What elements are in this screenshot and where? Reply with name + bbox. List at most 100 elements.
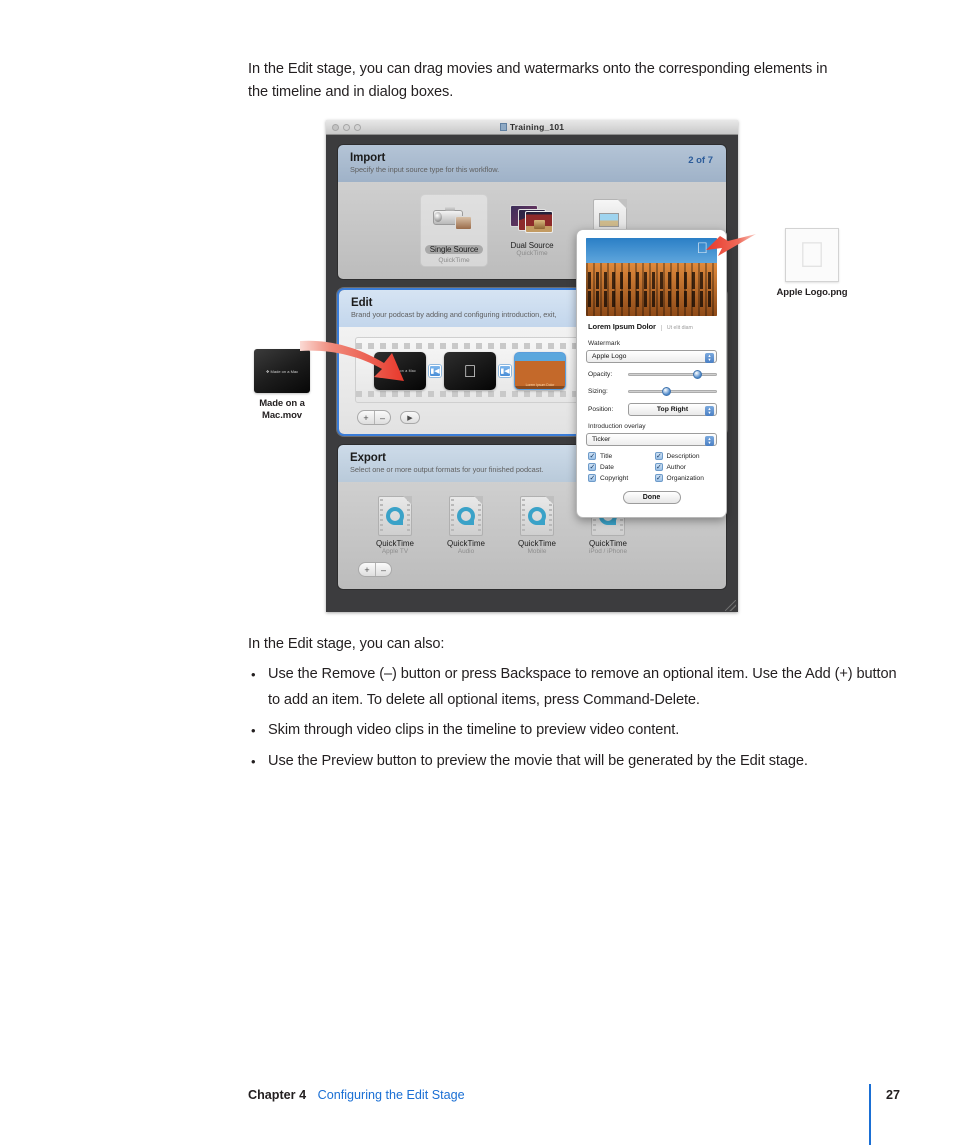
- footer-rule: [869, 1084, 871, 1145]
- footer-chapter-title[interactable]: Configuring the Edit Stage: [318, 1088, 465, 1102]
- export-format-mobile[interactable]: QuickTime Mobile: [508, 495, 566, 555]
- transition-icon[interactable]: ▮◀: [499, 365, 511, 377]
- document-icon: [499, 123, 507, 131]
- quicktime-icon: [366, 495, 424, 537]
- quicktime-icon: [508, 495, 566, 537]
- export-format-audio[interactable]: QuickTime Audio: [437, 495, 495, 555]
- export-format-apple-tv-label: QuickTime: [376, 539, 414, 548]
- chevron-stepper-icon[interactable]: ▲ ▼: [705, 435, 714, 446]
- stage-import-header: Import Specify the input source type for…: [338, 145, 726, 182]
- camcorder-icon: [422, 199, 486, 239]
- intro-overlay-select[interactable]: Ticker ▲ ▼: [586, 433, 717, 446]
- checkbox-date[interactable]: Date: [588, 463, 651, 472]
- chevron-stepper-icon[interactable]: ▲ ▼: [705, 352, 714, 363]
- checkbox-icon[interactable]: [588, 463, 596, 472]
- sizing-label: Sizing:: [588, 388, 608, 395]
- timeline-preview-button[interactable]: ▶: [400, 411, 420, 424]
- checkbox-icon[interactable]: [588, 452, 596, 461]
- minimize-button[interactable]: [343, 124, 350, 131]
- page: In the Edit stage, you can drag movies a…: [0, 0, 954, 1145]
- position-label: Position:: [588, 406, 614, 413]
- dual-screen-icon: [500, 199, 564, 239]
- close-button[interactable]: [332, 124, 339, 131]
- checkbox-description[interactable]: Description: [654, 452, 718, 461]
- movie-file-icon: ❖ Made on a Mac: [254, 349, 310, 393]
- timeline-remove-button[interactable]: –: [374, 411, 390, 424]
- opacity-slider-knob[interactable]: [692, 370, 702, 379]
- timeline-clips: ❖ Made on a Mac ▮◀  ▮◀ Lorem Ipsum Dolo…: [374, 352, 566, 390]
- export-add-button[interactable]: +: [359, 563, 375, 576]
- timeline-add-button[interactable]: +: [358, 411, 374, 424]
- timeline-clip-photo-label: Lorem Ipsum Dolor: [525, 383, 555, 387]
- apple-logo-file-icon: : [785, 228, 839, 282]
- position-row: Position: Top Right ▲ ▼: [586, 403, 717, 416]
- stage-import-subtitle: Specify the input source type for this w…: [350, 165, 500, 174]
- footer-chapter: Chapter 4: [248, 1088, 307, 1102]
- movie-file-thumb-text: ❖ Made on a Mac: [265, 368, 299, 374]
- callout-apple-logo:  Apple Logo.png: [764, 228, 860, 299]
- export-format-apple-tv[interactable]: QuickTime Apple TV: [366, 495, 424, 555]
- position-popup-value: Top Right: [656, 406, 689, 413]
- source-dual-source[interactable]: Dual Source QuickTime: [498, 194, 566, 267]
- stage-counter: 2 of 7: [688, 155, 713, 166]
- done-button[interactable]: Done: [622, 491, 681, 504]
- also-lead: In the Edit stage, you can also:: [248, 636, 445, 652]
- export-controls: + –: [358, 562, 714, 577]
- sizing-slider-knob[interactable]: [661, 387, 671, 396]
- opacity-label: Opacity:: [588, 371, 613, 378]
- checkbox-organization[interactable]: Organization: [654, 474, 718, 483]
- callout-made-on-a-mac-label: Made on a Mac.mov: [259, 398, 305, 421]
- checkbox-icon[interactable]: [654, 463, 663, 472]
- sizing-slider-track: [628, 390, 717, 393]
- opacity-slider[interactable]: [628, 369, 717, 380]
- timeline-clip-apple[interactable]: : [444, 352, 496, 390]
- traffic-lights[interactable]: [332, 124, 361, 131]
- export-format-ipod-iphone-label: QuickTime: [589, 539, 627, 548]
- checkbox-organization-label: Organization: [666, 474, 704, 482]
- chevron-stepper-icon[interactable]: ▲ ▼: [705, 405, 714, 416]
- transition-icon[interactable]: ▮◀: [429, 365, 441, 377]
- window-title-wrap: Training_101: [326, 122, 738, 132]
- sizing-slider[interactable]: [628, 386, 717, 397]
- timeline-clip-photo[interactable]: Lorem Ipsum Dolor: [514, 352, 566, 390]
- timeline-clip-movie-label: ❖ Made on a Mac: [384, 369, 416, 373]
- checkbox-copyright-label: Copyright: [600, 474, 629, 482]
- opacity-row: Opacity:: [586, 369, 717, 380]
- export-format-mobile-sub: Mobile: [527, 548, 547, 555]
- watermark-select[interactable]: Apple Logo ▲ ▼: [586, 350, 717, 363]
- checkbox-icon[interactable]: [588, 474, 596, 483]
- window-title: Training_101: [509, 122, 565, 132]
- checkbox-author-label: Author: [666, 463, 686, 471]
- timeline-clip-movie[interactable]: ❖ Made on a Mac: [374, 352, 426, 390]
- export-format-audio-label: QuickTime: [447, 539, 485, 548]
- zoom-button[interactable]: [354, 124, 361, 131]
- checkbox-title[interactable]: Title: [588, 452, 651, 461]
- checkbox-copyright[interactable]: Copyright: [588, 474, 651, 483]
- dialog-caption-title: Lorem Ipsum Dolor: [588, 322, 656, 331]
- export-add-remove-group[interactable]: + –: [358, 562, 392, 577]
- export-format-ipod-iphone-sub: iPod / iPhone: [588, 548, 628, 555]
- export-remove-button[interactable]: –: [375, 563, 391, 576]
- checkbox-author[interactable]: Author: [654, 463, 718, 472]
- checkbox-description-label: Description: [666, 452, 700, 460]
- export-format-audio-sub: Audio: [457, 548, 475, 555]
- checkbox-icon[interactable]: [654, 452, 663, 461]
- intro-paragraph: In the Edit stage, you can drag movies a…: [248, 61, 828, 100]
- sizing-row: Sizing:: [586, 386, 717, 397]
- window-resize-handle[interactable]: [725, 600, 736, 611]
- opacity-slider-track: [628, 373, 717, 376]
- bullet-list: Use the Remove (–) button or press Backs…: [248, 662, 908, 779]
- intro-overlay-select-value: Ticker: [592, 436, 611, 443]
- footer: Chapter 4 Configuring the Edit Stage: [248, 1088, 908, 1102]
- source-single-source-sub: QuickTime: [438, 257, 470, 264]
- checkbox-date-label: Date: [600, 463, 614, 471]
- stage-import-title: Import: [350, 152, 386, 164]
- list-item: Use the Preview button to preview the mo…: [248, 749, 908, 775]
- checkbox-icon[interactable]: [654, 474, 663, 483]
- position-popup[interactable]: Top Right ▲ ▼: [628, 403, 717, 416]
- list-item: Use the Remove (–) button or press Backs…: [248, 662, 908, 713]
- source-single-source[interactable]: Single Source QuickTime: [420, 194, 488, 267]
- dialog-caption-desc: Ut elit diam: [660, 325, 693, 331]
- timeline-add-remove-group[interactable]: + –: [357, 410, 391, 425]
- watermark-select-value: Apple Logo: [592, 353, 627, 360]
